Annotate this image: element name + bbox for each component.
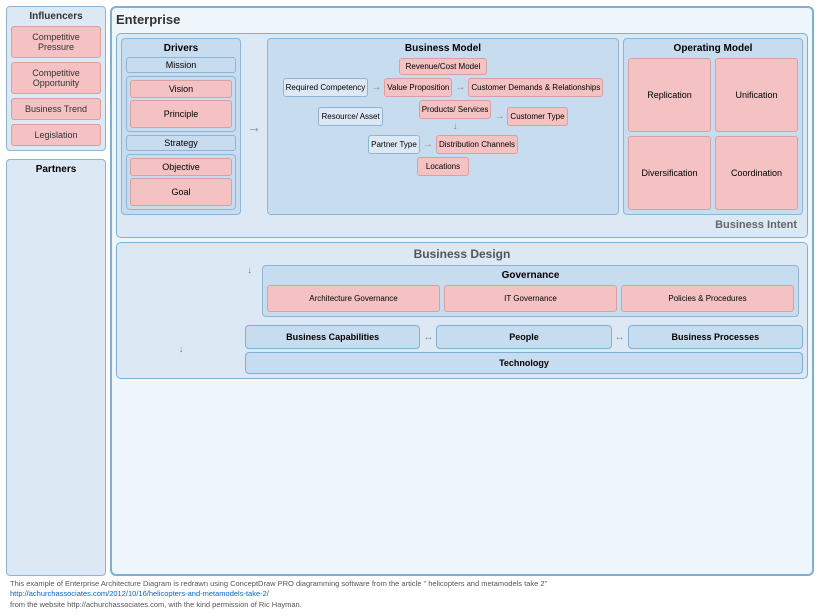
bm-customer-demands: Customer Demands & Relationships <box>468 78 603 97</box>
bm-title: Business Model <box>405 43 481 54</box>
drivers-mission: Mission <box>126 57 236 73</box>
arrow-2: → <box>455 82 465 93</box>
bm-resource-asset: Resource/ Asset <box>318 107 382 126</box>
footer-text2: from the website http://achurchassociate… <box>10 600 302 609</box>
arrow-4: → <box>423 139 433 150</box>
footer-text1: This example of Enterprise Architecture … <box>10 579 547 588</box>
om-unification: Unification <box>715 58 798 132</box>
bm-distribution-channels: Distribution Channels <box>436 135 518 154</box>
governance-area: Governance Architecture Governance IT Go… <box>262 265 799 317</box>
om-replication: Replication <box>628 58 711 132</box>
business-design-area: Business Design ↓ Governance Architectur… <box>116 242 808 379</box>
main-container: Influencers Competitive Pressure Competi… <box>0 0 820 616</box>
gov-grid: Architecture Governance IT Governance Po… <box>267 285 794 312</box>
footer: This example of Enterprise Architecture … <box>6 576 814 611</box>
influencer-item-legislation: Legislation <box>11 124 101 146</box>
drivers-objective: Objective <box>130 158 232 176</box>
arrow-3: → <box>494 111 504 122</box>
bm-locations: Locations <box>417 157 469 176</box>
drivers-strategy: Strategy <box>126 135 236 151</box>
business-intent-area: Drivers Mission Vision Principle Strateg… <box>116 33 808 238</box>
arrow-1: → <box>371 82 381 93</box>
gov-title: Governance <box>267 270 794 281</box>
bm-row-1: Required Competency → Value Proposition … <box>272 78 614 97</box>
bm-row-2: Resource/ Asset Products/ Services ↓ → C… <box>272 100 614 132</box>
bm-row-4: Locations <box>272 157 614 176</box>
bm-customer-type: Customer Type <box>507 107 567 126</box>
bd-arrow-down: ↓ <box>245 265 254 276</box>
drivers-title: Drivers <box>126 43 236 54</box>
footer-link[interactable]: http://achurchassociates.com/2012/10/16/… <box>10 589 269 598</box>
bm-revenue: Revenue/Cost Model <box>399 58 488 75</box>
drivers-objective-group: Objective Goal <box>126 154 236 210</box>
intent-top-row: Drivers Mission Vision Principle Strateg… <box>121 38 803 215</box>
cap-business-processes: Business Processes <box>628 325 803 349</box>
arrow-down-1: ↓ <box>419 121 492 132</box>
caps-arrow-2: ↔ <box>615 332 625 343</box>
om-grid: Replication Unification Diversification … <box>628 58 798 210</box>
caps-arrow-1: ↔ <box>423 332 433 343</box>
bd-title: Business Design <box>121 247 803 261</box>
drivers-principle: Principle <box>130 100 232 128</box>
caps-row: Business Capabilities ↔ People ↔ Busines… <box>245 325 803 349</box>
bm-row-3: Partner Type → Distribution Channels <box>272 135 614 154</box>
tech-row: Technology <box>245 352 803 374</box>
bm-partner-type: Partner Type <box>368 135 420 154</box>
top-area: Influencers Competitive Pressure Competi… <box>6 6 814 576</box>
partners-box: Partners <box>6 159 106 576</box>
technology-box: Technology <box>245 352 803 374</box>
om-title: Operating Model <box>628 43 798 54</box>
om-coordination: Coordination <box>715 136 798 210</box>
bm-content: Revenue/Cost Model Required Competency →… <box>272 58 614 176</box>
partners-title: Partners <box>36 164 77 175</box>
bm-middle-col: Products/ Services ↓ <box>419 100 492 132</box>
gov-it: IT Governance <box>444 285 617 312</box>
caps-section: ↓ Business Capabilities ↔ People ↔ Busin… <box>121 325 803 374</box>
enterprise-area: Enterprise Drivers Mission Vision Princi… <box>110 6 814 576</box>
influencers-panel: Influencers Competitive Pressure Competi… <box>6 6 106 576</box>
caps-arrows-area: ↓ <box>121 344 241 355</box>
cap-people: People <box>436 325 611 349</box>
caps-col: Business Capabilities ↔ People ↔ Busines… <box>245 325 803 374</box>
operating-model-box: Operating Model Replication Unification … <box>623 38 803 215</box>
drivers-vision-group: Vision Principle <box>126 76 236 132</box>
enterprise-title: Enterprise <box>116 12 808 27</box>
business-intent-label: Business Intent <box>121 219 803 233</box>
bd-content: ↓ Governance Architecture Governance IT … <box>121 265 803 317</box>
cap-business-capabilities: Business Capabilities <box>245 325 420 349</box>
influencer-item-business-trend: Business Trend <box>11 98 101 120</box>
business-model-box: Business Model Revenue/Cost Model Requir… <box>267 38 619 215</box>
influencer-item-competitive-pressure: Competitive Pressure <box>11 26 101 58</box>
bm-required-competency: Required Competency <box>283 78 369 97</box>
influencers-box: Influencers Competitive Pressure Competi… <box>6 6 106 151</box>
drivers-to-bm-arrow: → <box>245 38 263 215</box>
influencers-title: Influencers <box>11 11 101 22</box>
influencer-item-competitive-opportunity: Competitive Opportunity <box>11 62 101 94</box>
drivers-box: Drivers Mission Vision Principle Strateg… <box>121 38 241 215</box>
om-diversification: Diversification <box>628 136 711 210</box>
gov-architecture: Architecture Governance <box>267 285 440 312</box>
drivers-vision: Vision <box>130 80 232 98</box>
gov-policies: Policies & Procedures <box>621 285 794 312</box>
drivers-goal: Goal <box>130 178 232 206</box>
bm-products-services: Products/ Services <box>419 100 492 119</box>
bm-value-proposition: Value Proposition <box>384 78 452 97</box>
